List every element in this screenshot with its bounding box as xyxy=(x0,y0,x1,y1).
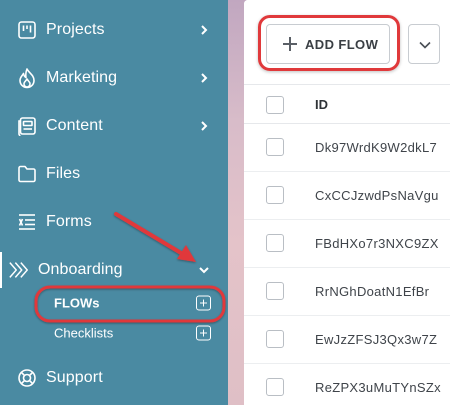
forms-icon xyxy=(16,211,38,233)
add-flow-button[interactable]: ADD FLOW xyxy=(266,24,390,64)
sidebar-item-label: Files xyxy=(46,165,81,182)
plus-icon xyxy=(283,37,297,51)
row-checkbox[interactable] xyxy=(266,138,284,156)
cell-id: Dk97WrdK9W2dkL7 xyxy=(315,140,438,155)
chevron-right-icon xyxy=(201,25,208,35)
add-flow-dropdown-button[interactable] xyxy=(408,24,440,64)
row-checkbox[interactable] xyxy=(266,186,284,204)
sidebar-item-files[interactable]: Files xyxy=(0,152,228,196)
sidebar-item-onboarding[interactable]: Onboarding xyxy=(0,248,228,292)
sidebar-item-label: Projects xyxy=(46,21,105,38)
chevron-right-icon xyxy=(201,73,208,83)
sidebar-item-support[interactable]: Support xyxy=(0,356,228,400)
add-box-icon[interactable] xyxy=(196,325,211,341)
sidebar-item-label: Content xyxy=(46,117,103,134)
sidebar-subitem-flows[interactable]: FLOWs xyxy=(0,289,228,317)
sidebar-item-projects[interactable]: Projects xyxy=(0,8,228,52)
table-row[interactable]: CxCCJzwdPsNaVgu xyxy=(244,172,450,220)
chevron-right-icon xyxy=(201,121,208,131)
table-row[interactable]: RrNGhDoatN1EfBr xyxy=(244,268,450,316)
row-checkbox[interactable] xyxy=(266,234,284,252)
sidebar-item-label: Marketing xyxy=(46,69,118,86)
sidebar-item-label: Onboarding xyxy=(38,261,123,278)
add-flow-label: ADD FLOW xyxy=(305,37,379,52)
column-header-id[interactable]: ID xyxy=(315,97,328,112)
sidebar-item-label: Support xyxy=(46,369,103,386)
flame-icon xyxy=(16,67,38,89)
cell-id: EwJzZFSJ3Qx3w7Z xyxy=(315,332,438,347)
sidebar-subitem-label: FLOWs xyxy=(54,295,100,311)
row-checkbox[interactable] xyxy=(266,282,284,300)
sidebar-subitem-checklists[interactable]: Checklists xyxy=(0,319,228,347)
sidebar-item-label: Forms xyxy=(46,213,92,230)
sidebar-subitem-label: Checklists xyxy=(54,325,114,341)
row-checkbox[interactable] xyxy=(266,378,284,396)
sidebar-item-content[interactable]: Content xyxy=(0,104,228,148)
row-checkbox[interactable] xyxy=(266,330,284,348)
table-row[interactable]: FBdHXo7r3NXC9ZX xyxy=(244,220,450,268)
sidebar-item-marketing[interactable]: Marketing xyxy=(0,56,228,100)
folder-icon xyxy=(16,163,38,185)
table-row[interactable]: EwJzZFSJ3Qx3w7Z xyxy=(244,316,450,364)
cell-id: RrNGhDoatN1EfBr xyxy=(315,284,430,299)
chevron-down-icon xyxy=(419,41,431,49)
cell-id: CxCCJzwdPsNaVgu xyxy=(315,188,439,203)
table-row[interactable]: ReZPX3uMuTYnSZx xyxy=(244,364,450,405)
toolbar: ADD FLOW xyxy=(244,0,450,84)
support-icon xyxy=(16,367,38,389)
sidebar-item-forms[interactable]: Forms xyxy=(0,200,228,244)
content-icon xyxy=(16,115,38,137)
cell-id: ReZPX3uMuTYnSZx xyxy=(315,380,441,395)
onboarding-icon xyxy=(8,259,30,281)
table-header: ID xyxy=(244,84,450,124)
cell-id: FBdHXo7r3NXC9ZX xyxy=(315,236,439,251)
add-box-icon[interactable] xyxy=(196,295,211,311)
chevron-down-icon xyxy=(199,267,209,274)
sidebar: Projects Marketing Content Files Forms O… xyxy=(0,0,228,405)
projects-icon xyxy=(16,19,38,41)
main-panel: ADD FLOW ID Dk97WrdK9W2dkL7 CxCCJzwdPsNa… xyxy=(244,0,450,405)
table-row[interactable]: Dk97WrdK9W2dkL7 xyxy=(244,124,450,172)
select-all-checkbox[interactable] xyxy=(266,96,284,114)
